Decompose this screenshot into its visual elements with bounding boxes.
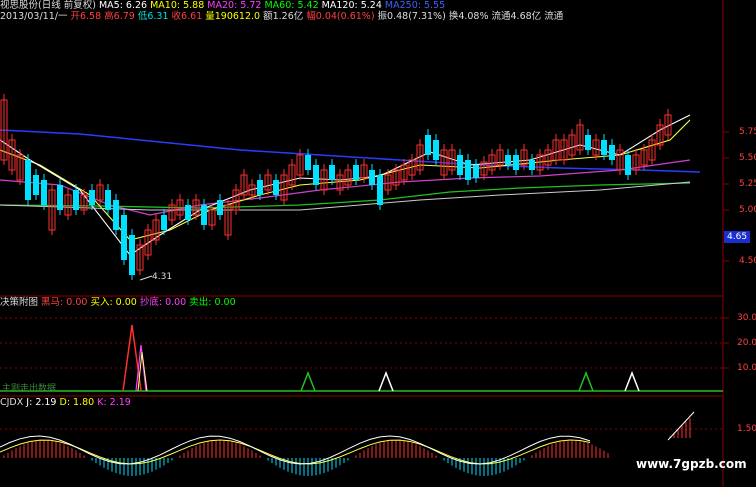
candle-body	[433, 140, 439, 160]
ma-legend: MA5: 6.26 MA10: 5.88 MA20: 5.72 MA60: 5.…	[99, 0, 445, 11]
candle-body	[89, 190, 95, 205]
price-tick: 5.50	[739, 153, 756, 163]
ohlc-info-item: 量190612.0	[205, 11, 264, 22]
ohlc-info-item: 流通4.68亿	[491, 11, 545, 22]
osc-line-j	[0, 435, 591, 465]
panel2-tick: 20.00	[737, 338, 756, 348]
candle-body	[369, 170, 375, 185]
panel3-legend-item: J: 2.19	[26, 397, 57, 408]
panel2-legend-item: 卖出: 0.00	[186, 297, 236, 308]
candle-body	[457, 155, 463, 175]
ma-legend-item: MA5: 6.26	[98, 0, 148, 11]
ma-legend-item: MA250: 5.55	[381, 0, 446, 11]
ma-legend-item: MA120: 5.24	[318, 0, 382, 11]
candle-body	[273, 180, 279, 195]
candle-body	[185, 205, 191, 220]
candle-body	[513, 155, 519, 170]
low-annotation-arrow	[139, 275, 153, 281]
chart-title-line: 视思股份(日线 前复权) MA5: 6.26 MA10: 5.88 MA20: …	[0, 0, 445, 11]
ma250-line	[0, 129, 701, 173]
candlestick-chart[interactable]	[0, 0, 756, 487]
chart-title: 视思股份(日线 前复权)	[0, 0, 96, 11]
candle-body	[377, 175, 383, 205]
signal-triangle	[624, 370, 640, 392]
price-tick: 4.50	[739, 256, 756, 266]
signal-triangle	[378, 370, 394, 392]
candle-body	[473, 165, 479, 178]
panel2-legend-item: 黑马: 0.00	[41, 297, 88, 308]
candle-body	[57, 185, 63, 210]
ohlc-info-item: 2013/03/11/一	[0, 11, 71, 22]
panel3-legend: CJDX J: 2.19 D: 1.80 K: 2.19	[0, 397, 131, 408]
candle-body	[305, 155, 311, 170]
candle-body	[257, 180, 263, 195]
panel2-tick: 10.00	[737, 363, 756, 373]
candle-body	[161, 215, 167, 230]
panel2-tick: 30.00	[737, 313, 756, 323]
candle-body	[73, 190, 79, 210]
candle-body	[313, 165, 319, 185]
panel3-legend-item: D: 1.80	[56, 397, 95, 408]
ohlc-info-item: 振0.48(7.31%)	[377, 11, 449, 22]
low-price-annotation: 4.31	[152, 272, 173, 282]
candle-body	[329, 165, 335, 180]
ohlc-info-item: 额1.26亿	[263, 11, 307, 22]
candle-body	[465, 160, 471, 180]
candle-body	[105, 190, 111, 210]
candle-body	[425, 135, 431, 155]
ohlc-info-item: 低6.31	[137, 11, 172, 22]
candle-body	[601, 140, 607, 155]
candle-body	[353, 165, 359, 180]
candle-body	[217, 200, 223, 215]
candle-body	[585, 135, 591, 150]
signal-triangle	[578, 370, 594, 392]
panel2-legend: 决策附图 黑马: 0.00 买入: 0.00 抄底: 0.00 卖出: 0.00	[0, 297, 236, 308]
candle-body	[609, 145, 615, 160]
panel3-legend-item: K: 2.19	[94, 397, 131, 408]
candle-body	[33, 175, 39, 195]
signal-spike-red	[122, 324, 142, 392]
panel2-legend-item: 买入: 0.00	[87, 297, 137, 308]
ohlc-info-item: 幅0.04(0.61%)	[306, 11, 378, 22]
ma-legend-item: MA20: 5.72	[204, 0, 262, 11]
ohlc-info-line: 2013/03/11/一 开6.58 高6.79 低6.31 收6.61 量19…	[0, 11, 563, 22]
watermark: www.7gpzb.com	[636, 457, 747, 471]
price-tick: 5.75	[739, 127, 756, 137]
ohlc-info-item: 收6.61	[171, 11, 206, 22]
current-price-marker: 4.65	[724, 231, 751, 243]
price-tick: 5.00	[739, 205, 756, 215]
candle-body	[41, 180, 47, 205]
ma-legend-item: MA10: 5.88	[147, 0, 205, 11]
price-tick: 5.25	[739, 179, 756, 189]
ohlc-info-item: 高6.79	[104, 11, 138, 22]
panel2-note: 主刚走出数据	[2, 384, 57, 394]
candle-body	[25, 160, 31, 200]
panel2-title: 决策附图	[0, 297, 39, 308]
candle-body	[113, 200, 119, 230]
candle-body	[201, 205, 207, 225]
osc-line-d	[0, 439, 591, 465]
panel3-tick: 1.50	[737, 424, 756, 434]
candle-body	[625, 155, 631, 175]
ma-legend-item: MA60: 5.42	[261, 0, 319, 11]
candle-body	[505, 155, 511, 165]
panel3-title: CJDX	[0, 397, 24, 408]
ohlc-info-item: 流通	[544, 11, 564, 22]
candle-body	[129, 235, 135, 275]
ohlc-info-item: 开6.58	[70, 11, 105, 22]
ohlc-info-item: 换4.08%	[448, 11, 492, 22]
signal-triangle	[300, 370, 316, 392]
candle-body	[121, 215, 127, 260]
panel2-legend-item: 抄底: 0.00	[136, 297, 187, 308]
candle-body	[529, 160, 535, 170]
